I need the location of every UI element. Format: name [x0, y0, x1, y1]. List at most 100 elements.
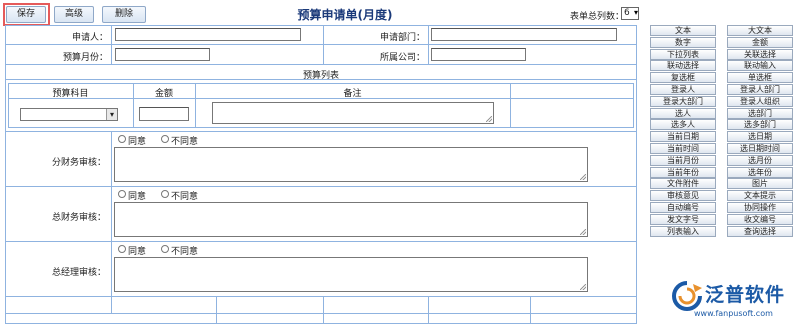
resize-grip-icon[interactable]	[580, 174, 586, 180]
company-input[interactable]	[431, 48, 526, 61]
resize-grip-icon[interactable]	[580, 229, 586, 235]
palette-button[interactable]: 自动编号	[650, 202, 716, 213]
palette-button[interactable]: 选日期	[727, 131, 793, 142]
palette-button[interactable]: 联动选择	[650, 60, 716, 71]
resize-grip-icon[interactable]	[580, 284, 586, 290]
applicant-input[interactable]	[115, 28, 301, 41]
agree-radio[interactable]	[118, 245, 126, 253]
palette-button[interactable]: 当前时间	[650, 143, 716, 154]
field-type-palette: 文本 大文本 数字 金额 下拉列表 关联选择 联动选择 联动输入 复选框 单选框 登录人 登录人部门登…	[650, 25, 796, 251]
palette-button[interactable]: 复选框	[650, 72, 716, 83]
palette-button[interactable]: 当前日期	[650, 131, 716, 142]
branch-finance-review-label: 分财务审核：	[51, 158, 106, 168]
palette-button[interactable]: 关联选择	[727, 49, 793, 60]
general-finance-review-label: 总财务审核：	[51, 213, 106, 223]
amount-column-header: 金额	[154, 89, 173, 99]
col-divider	[111, 131, 112, 313]
disagree-radio[interactable]	[161, 245, 169, 253]
palette-button[interactable]: 发文字号	[650, 214, 716, 225]
palette-button[interactable]: 协同操作	[727, 202, 793, 213]
palette-button[interactable]: 登录大部门	[650, 96, 716, 107]
table-border	[8, 127, 634, 128]
row-divider	[5, 64, 637, 65]
agree-label: 同意	[128, 247, 147, 257]
delete-button[interactable]: 删除	[102, 6, 146, 23]
department-input[interactable]	[431, 28, 617, 41]
palette-button[interactable]: 数字	[650, 37, 716, 48]
col-divider	[428, 25, 429, 64]
palette-button[interactable]: 登录人	[650, 84, 716, 95]
remark-column-header: 备注	[343, 89, 362, 99]
palette-button[interactable]: 文本提示	[727, 190, 793, 201]
palette-button[interactable]: 查询选择	[727, 226, 793, 237]
total-columns-select[interactable]: 6	[621, 7, 639, 20]
disagree-radio[interactable]	[161, 135, 169, 143]
col-divider	[323, 296, 324, 324]
agree-radio[interactable]	[118, 135, 126, 143]
agree-radio[interactable]	[118, 190, 126, 198]
palette-button[interactable]: 当前年份	[650, 167, 716, 178]
general-manager-opinion-textarea[interactable]	[114, 257, 588, 292]
palette-button[interactable]: 文件附件	[650, 178, 716, 189]
general-finance-opinion-textarea[interactable]	[114, 202, 588, 237]
chevron-down-icon: ▾	[106, 109, 117, 120]
palette-button[interactable]: 图片	[727, 178, 793, 189]
agree-label: 同意	[128, 192, 147, 202]
logo-url: www.fanpusoft.com	[694, 309, 773, 318]
total-columns-label: 表单总列数：	[570, 12, 625, 22]
col-divider	[111, 25, 112, 64]
row-divider	[5, 44, 637, 45]
palette-button[interactable]: 收文编号	[727, 214, 793, 225]
row-divider	[5, 186, 637, 187]
budget-list-label: 预算列表	[302, 71, 339, 81]
disagree-label: 不同意	[171, 137, 199, 147]
branch-finance-opinion-textarea[interactable]	[114, 147, 588, 182]
col-divider	[428, 296, 429, 324]
palette-button[interactable]: 大文本	[727, 25, 793, 36]
table-border	[8, 83, 634, 84]
resize-grip-icon[interactable]	[486, 116, 492, 122]
palette-button[interactable]: 金额	[727, 37, 793, 48]
page-title: 预算申请单(月度)	[297, 8, 393, 22]
palette-button[interactable]: 选人	[650, 108, 716, 119]
logo-name: 泛普软件	[705, 284, 786, 306]
row-divider	[5, 131, 637, 132]
remark-textarea[interactable]	[212, 102, 494, 124]
palette-button[interactable]: 当前月份	[650, 155, 716, 166]
palette-button[interactable]: 选月份	[727, 155, 793, 166]
palette-button[interactable]: 选日期时间	[727, 143, 793, 154]
palette-button[interactable]: 单选框	[727, 72, 793, 83]
row-divider	[5, 313, 637, 314]
general-manager-review-label: 总经理审核：	[51, 268, 106, 278]
disagree-radio[interactable]	[161, 190, 169, 198]
table-border	[510, 83, 511, 127]
palette-button[interactable]: 文本	[650, 25, 716, 36]
palette-button[interactable]: 选部门	[727, 108, 793, 119]
palette-button[interactable]: 下拉列表	[650, 49, 716, 60]
palette-button[interactable]: 选年份	[727, 167, 793, 178]
palette-button[interactable]: 列表输入	[650, 226, 716, 237]
save-button[interactable]: 保存	[6, 6, 46, 23]
department-label: 申请部门：	[379, 33, 425, 43]
palette-button[interactable]: 联动输入	[727, 60, 793, 71]
budget-month-input[interactable]	[115, 48, 210, 61]
col-divider	[216, 296, 217, 324]
budget-subject-select[interactable]: ▾	[20, 108, 118, 121]
amount-input[interactable]	[139, 107, 189, 121]
disagree-label: 不同意	[171, 247, 199, 257]
agree-label: 同意	[128, 137, 147, 147]
table-border	[633, 83, 634, 127]
budget-month-label: 预算月份：	[62, 53, 108, 63]
palette-button[interactable]: 登录人组织	[727, 96, 793, 107]
palette-button[interactable]: 登录人部门	[727, 84, 793, 95]
col-divider	[323, 25, 324, 64]
advanced-button[interactable]: 高级	[54, 6, 94, 23]
logo-icon	[672, 281, 702, 311]
palette-button[interactable]: 审核意见	[650, 190, 716, 201]
applicant-label: 申请人：	[71, 33, 108, 43]
row-divider	[5, 241, 637, 242]
palette-button[interactable]: 选多人	[650, 119, 716, 130]
total-columns-value: 6	[624, 8, 630, 18]
subject-column-header: 预算科目	[52, 89, 89, 99]
palette-button[interactable]: 选多部门	[727, 119, 793, 130]
